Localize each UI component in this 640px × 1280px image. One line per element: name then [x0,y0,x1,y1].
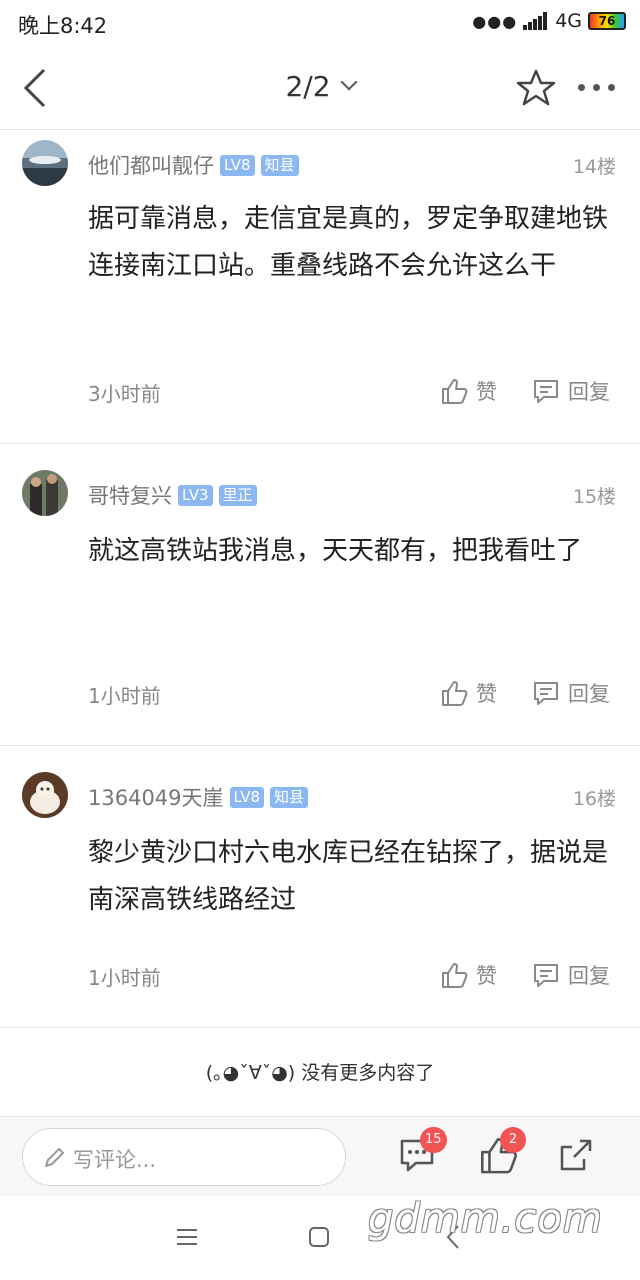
avatar[interactable] [22,470,68,516]
comment-item: 1364049天崖 LV8 知县 16楼 黎少黄沙口村六电水库已经在钻探了，据说… [0,746,640,1028]
notification-dots-icon: ●●● [472,11,518,31]
bottom-action-bar: 写评论... 15 2 [0,1116,640,1196]
thumbs-up-icon [442,963,468,988]
level-badge: LV8 [220,154,255,176]
avatar[interactable] [22,772,68,818]
user-info: 哥特复兴 LV3 里正 [88,480,257,510]
comment-time: 1小时前 [88,684,161,708]
comment-text: 据可靠消息，走信宜是真的，罗定争取建地铁连接南江口站。重叠线路不会允许这么干 [88,204,609,281]
comment-text: 就这高铁站我消息，天天都有，把我看吐了 [88,536,583,566]
like-button[interactable]: 赞 [440,678,497,708]
watermark: gdmm.com [368,1196,603,1242]
favorite-star-icon[interactable] [516,68,556,108]
comment-time: 1小时前 [88,966,161,990]
floor-number: 15楼 [572,486,616,508]
user-info: 1364049天崖 LV8 知县 [88,782,309,812]
floor-number: 14楼 [572,156,616,178]
comment-input[interactable]: 写评论... [22,1128,346,1186]
status-bar: 晚上8:42 ●●● 4G 76 [0,0,640,46]
title-badge: 知县 [270,786,309,808]
reply-label: 回复 [568,964,610,988]
username[interactable]: 哥特复兴 [88,480,172,510]
reply-label: 回复 [568,682,610,706]
floor-number: 16楼 [572,788,616,810]
top-nav-bar: 2/2 [0,46,640,130]
level-badge: LV8 [229,786,265,808]
reply-bubble-icon [534,964,558,987]
share-icon [560,1139,592,1171]
comment-count-badge: 15 [420,1127,447,1153]
reply-button[interactable]: 回复 [532,678,610,708]
thumbs-up-icon [442,681,468,706]
network-type: 4G [555,10,582,32]
user-info: 他们都叫靓仔 LV8 知县 [88,150,299,180]
comment-item: 哥特复兴 LV3 里正 15楼 就这高铁站我消息，天天都有，把我看吐了 1小时前… [0,444,640,746]
username[interactable]: 1364049天崖 [88,782,224,812]
signal-icon [523,12,549,30]
like-label: 赞 [476,682,497,706]
reply-bubble-icon [534,682,558,705]
status-icons: ●●● 4G 76 [472,10,626,32]
like-count-badge: 2 [500,1127,526,1153]
home-icon[interactable] [308,1226,330,1248]
menu-icon[interactable] [176,1226,198,1248]
reply-button[interactable]: 回复 [532,960,610,990]
reply-bubble-icon [534,380,558,403]
end-of-list-message: (｡◕ˇ∀ˇ◕) 没有更多内容了 [205,1062,435,1084]
reply-label: 回复 [568,380,610,404]
comment-input-placeholder: 写评论... [73,1148,157,1172]
battery-icon: 76 [588,12,626,30]
like-label: 赞 [476,380,497,404]
like-button[interactable]: 赞 [440,960,497,990]
share-button[interactable] [556,1135,600,1179]
avatar[interactable] [22,140,68,186]
title-badge: 知县 [260,154,299,176]
title-badge: 里正 [218,484,257,506]
level-badge: LV3 [178,484,213,506]
chevron-down-icon [340,73,358,91]
comments-button[interactable]: 15 [398,1127,447,1179]
comment-item: 他们都叫靓仔 LV8 知县 14楼 据可靠消息，走信宜是真的，罗定争取建地铁连接… [0,130,640,444]
reply-button[interactable]: 回复 [532,376,610,406]
pencil-icon [45,1148,64,1167]
like-label: 赞 [476,964,497,988]
username[interactable]: 他们都叫靓仔 [88,150,214,180]
comment-time: 3小时前 [88,382,161,406]
like-button[interactable]: 赞 [440,376,497,406]
thumbs-up-icon [442,379,468,404]
more-options-icon[interactable] [578,84,615,91]
comment-text: 黎少黄沙口村六电水库已经在钻探了，据说是南深高铁线路经过 [88,838,609,915]
page-indicator: 2/2 [285,70,331,103]
status-time: 晚上8:42 [18,14,108,38]
like-post-button[interactable]: 2 [478,1127,526,1179]
